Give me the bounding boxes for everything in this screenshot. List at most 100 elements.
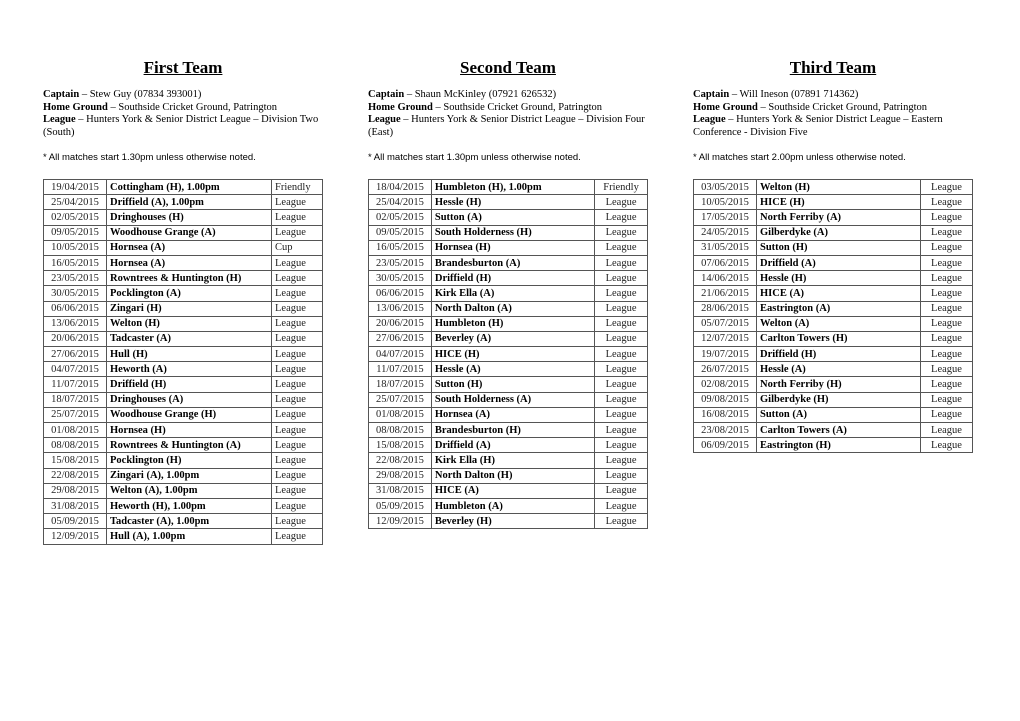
fixture-type: League [594,376,648,393]
fixture-opponent: Rowntrees & Huntington (A) [106,437,272,454]
fixture-type: League [920,330,973,348]
fixture-date: 06/06/2015 [43,300,107,317]
fixture-type: League [271,285,323,302]
fixture-date: 21/06/2015 [693,285,757,302]
league-line: League – Hunters York & Senior District … [368,114,645,138]
league-label: League [43,114,76,125]
fixture-type: League [594,224,648,241]
fixture-type: League [271,346,323,363]
fixture-type: League [594,406,648,424]
fixture-opponent: Hornsea (A) [430,406,596,424]
fixture-opponent: HICE (H) [430,346,596,363]
league-label: League [368,114,401,125]
fixture-type: League [594,315,648,332]
fixture-opponent: Hull (H) [106,346,272,363]
table-row: 02/08/2015 North Ferriby (H) League [693,376,973,393]
fixture-date: 20/06/2015 [368,315,432,332]
fixture-date: 29/08/2015 [368,467,432,484]
fixture-opponent: Pocklington (H) [106,452,272,469]
captain-label: Captain [693,89,730,100]
fixture-opponent: Hessle (A) [430,361,596,378]
fixture-opponent: North Dalton (H) [430,467,596,484]
fixture-opponent: Brandesburton (H) [430,421,596,439]
table-row: 28/06/2015 Eastrington (A) League [693,300,973,317]
fixture-type: League [271,513,323,530]
captain-label: Captain [368,89,405,100]
fixture-type: League [920,239,973,256]
fixture-type: League [920,437,973,454]
fixture-opponent: Sutton (H) [430,376,596,393]
fixture-type: League [920,361,973,378]
fixture-date: 11/07/2015 [43,376,107,393]
fixture-opponent: Sutton (H) [756,239,921,256]
fixture-opponent: Hornsea (H) [430,239,596,256]
table-row: 04/07/2015 Heworth (A) League [43,361,323,378]
fixture-opponent: Gilberdyke (A) [756,224,921,241]
fixture-date: 17/05/2015 [693,209,757,226]
fixture-type: League [271,376,323,393]
fixture-type: League [594,391,648,408]
table-row: 04/07/2015 HICE (H) League [368,346,648,363]
table-row: 05/09/2015 Tadcaster (A), 1.00pm League [43,513,323,530]
team-title: First Team [143,58,223,77]
league-line: League – Hunters York & Senior District … [43,114,319,138]
fixture-date: 25/07/2015 [43,406,107,424]
table-row: 20/06/2015 Tadcaster (A) League [43,330,323,348]
fixture-opponent: Eastrington (A) [756,300,921,317]
fixture-opponent: Welton (H) [756,178,921,196]
table-row: 18/04/2015 Humbleton (H), 1.00pm Friendl… [368,178,648,196]
fixture-type: League [920,178,973,196]
table-row: 23/05/2015 Rowntrees & Huntington (H) Le… [43,270,323,287]
fixture-opponent: Dringhouses (H) [106,209,272,226]
table-row: 26/07/2015 Hessle (A) League [693,361,973,378]
table-row: 15/08/2015 Driffield (A) League [368,437,648,454]
fixture-type: League [271,406,323,424]
fixture-date: 12/09/2015 [368,513,432,530]
table-row: 05/07/2015 Welton (A) League [693,315,973,332]
table-row: 29/08/2015 Welton (A), 1.00pm League [43,482,323,499]
fixture-date: 18/07/2015 [368,376,432,393]
fixture-date: 20/06/2015 [43,330,107,348]
fixture-date: 19/07/2015 [693,346,757,363]
fixture-opponent: Driffield (H) [756,346,921,363]
ground-label: Home Ground [368,101,433,113]
fixture-opponent: Hornsea (A) [106,254,272,272]
table-row: 30/05/2015 Driffield (H) League [368,270,648,287]
captain-line: Captain – Stew Guy (07834 393001) [43,89,202,100]
fixture-type: League [271,391,323,408]
fixture-opponent: Gilberdyke (H) [756,391,921,408]
fixture-opponent: Hessle (A) [756,361,921,378]
fixture-date: 02/05/2015 [43,209,107,226]
fixture-type: League [594,239,648,256]
fixture-date: 14/06/2015 [693,270,757,287]
fixture-date: 13/06/2015 [43,315,107,332]
table-row: 31/08/2015 HICE (A) League [368,482,648,499]
fixture-opponent: South Holderness (A) [430,391,596,408]
table-row: 07/06/2015 Driffield (A) League [693,254,973,272]
table-row: 17/05/2015 North Ferriby (A) League [693,209,973,226]
table-row: 10/05/2015 Hornsea (A) Cup [43,239,323,256]
fixture-opponent: Humbleton (H), 1.00pm [430,178,596,196]
fixture-type: League [594,421,648,439]
table-row: 25/04/2015 Driffield (A), 1.00pm League [43,194,323,211]
table-row: 15/08/2015 Pocklington (H) League [43,452,323,469]
fixture-type: League [594,194,648,211]
table-row: 14/06/2015 Hessle (H) League [693,270,973,287]
fixture-date: 09/05/2015 [43,224,107,241]
fixture-opponent: Heworth (H), 1.00pm [106,497,272,515]
table-row: 02/05/2015 Sutton (A) League [368,209,648,226]
table-row: 03/05/2015 Welton (H) League [693,178,973,196]
fixture-date: 01/08/2015 [368,406,432,424]
fixture-type: League [271,497,323,515]
table-row: 20/06/2015 Humbleton (H) League [368,315,648,332]
captain-line: Captain – Shaun McKinley (07921 626532) [368,89,557,100]
ground-line: Home Ground – Southside Cricket Ground, … [43,101,278,113]
fixture-opponent: Humbleton (H) [430,315,596,332]
fixture-date: 24/05/2015 [693,224,757,241]
fixture-opponent: Welton (A) [756,315,921,332]
fixture-date: 31/08/2015 [43,497,107,515]
table-row: 01/08/2015 Hornsea (A) League [368,406,648,424]
fixture-opponent: Woodhouse Grange (A) [106,224,272,241]
fixture-type: League [594,209,648,226]
table-row: 10/05/2015 HICE (H) League [693,194,973,211]
